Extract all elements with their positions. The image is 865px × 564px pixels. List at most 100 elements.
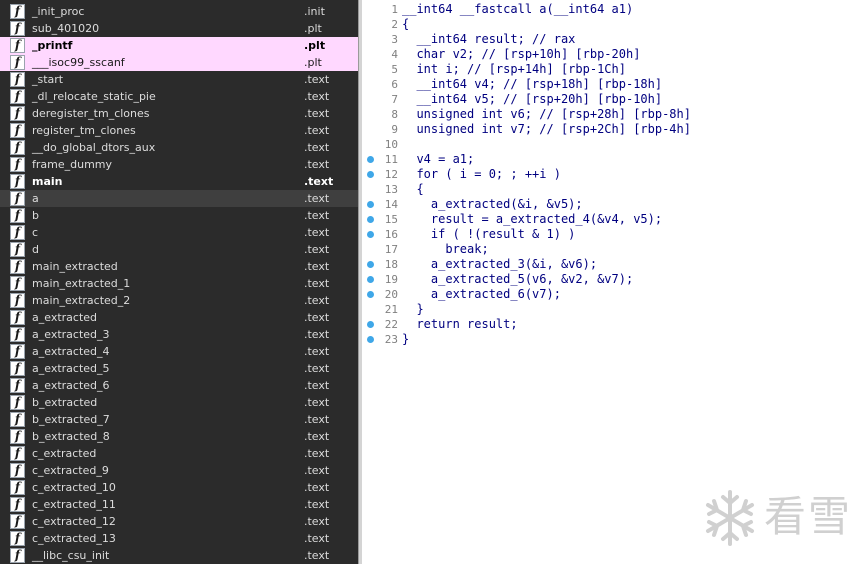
code-line[interactable]: 15 result = a_extracted_4(&v4, v5); bbox=[362, 212, 865, 227]
breakpoint-dot-icon[interactable] bbox=[367, 276, 374, 283]
function-segment: .text bbox=[304, 158, 330, 171]
code-line[interactable]: 10 bbox=[362, 137, 865, 152]
function-icon: f bbox=[10, 361, 25, 376]
function-row[interactable]: f c_extracted_13 .text bbox=[0, 530, 358, 547]
function-row[interactable]: f a_extracted_4 .text bbox=[0, 343, 358, 360]
function-row[interactable]: f __do_global_dtors_aux .text bbox=[0, 139, 358, 156]
function-icon: f bbox=[10, 242, 25, 257]
line-number: 3 bbox=[391, 33, 398, 46]
function-icon: f bbox=[10, 55, 25, 70]
code-line[interactable]: 7 __int64 v5; // [rsp+20h] [rbp-10h] bbox=[362, 92, 865, 107]
line-number: 5 bbox=[391, 63, 398, 76]
function-row[interactable]: f _printf .plt bbox=[0, 37, 358, 54]
function-segment: .text bbox=[304, 192, 330, 205]
code-line[interactable]: 16 if ( !(result & 1) ) bbox=[362, 227, 865, 242]
function-row[interactable]: f main_extracted_2 .text bbox=[0, 292, 358, 309]
code-line[interactable]: 18 a_extracted_3(&i, &v6); bbox=[362, 257, 865, 272]
code-line[interactable]: 22 return result; bbox=[362, 317, 865, 332]
function-row[interactable]: f c_extracted .text bbox=[0, 445, 358, 462]
function-icon: f bbox=[10, 514, 25, 529]
code-line[interactable]: 19 a_extracted_5(v6, &v2, &v7); bbox=[362, 272, 865, 287]
breakpoint-dot-icon[interactable] bbox=[367, 321, 374, 328]
breakpoint-dot-icon[interactable] bbox=[367, 156, 374, 163]
code-line[interactable]: 4 char v2; // [rsp+10h] [rbp-20h] bbox=[362, 47, 865, 62]
function-list-panel[interactable]: f _init_proc .init f sub_401020 .plt f _printf.… bbox=[0, 0, 358, 564]
code-line[interactable]: 20 a_extracted_6(v7); bbox=[362, 287, 865, 302]
function-row[interactable]: f a .text bbox=[0, 190, 358, 207]
code-text: } bbox=[402, 332, 410, 346]
function-row[interactable]: f register_tm_clones .text bbox=[0, 122, 358, 139]
breakpoint-dot-icon[interactable] bbox=[367, 231, 374, 238]
function-segment: .text bbox=[304, 277, 330, 290]
function-segment: .text bbox=[304, 107, 330, 120]
breakpoint-dot-icon[interactable] bbox=[367, 261, 374, 268]
code-text: unsigned int v6; // [rsp+28h] [rbp-8h] bbox=[402, 107, 691, 121]
line-number: 15 bbox=[384, 213, 398, 226]
function-row[interactable]: f b .text bbox=[0, 207, 358, 224]
code-line[interactable]: 9 unsigned int v7; // [rsp+2Ch] [rbp-4h] bbox=[362, 122, 865, 137]
function-row[interactable]: f d .text bbox=[0, 241, 358, 258]
function-row[interactable]: f main_extracted_1 .text bbox=[0, 275, 358, 292]
function-row[interactable]: f a_extracted_6 .text bbox=[0, 377, 358, 394]
function-name: _init_proc bbox=[32, 5, 85, 18]
function-row[interactable]: f main .text bbox=[0, 173, 358, 190]
code-text: { bbox=[402, 182, 424, 196]
code-line[interactable]: 1 __int64 __fastcall a(__int64 a1) bbox=[362, 2, 865, 17]
line-number: 18 bbox=[384, 258, 398, 271]
code-line[interactable]: 2{ bbox=[362, 17, 865, 32]
function-row[interactable]: f a_extracted_5 .text bbox=[0, 360, 358, 377]
line-number: 22 bbox=[384, 318, 398, 331]
breakpoint-dot-icon[interactable] bbox=[367, 336, 374, 343]
function-row[interactable]: f c_extracted_12 .text bbox=[0, 513, 358, 530]
function-row[interactable]: f _dl_relocate_static_pie .text bbox=[0, 88, 358, 105]
function-row[interactable]: f deregister_tm_clones .text bbox=[0, 105, 358, 122]
function-segment: .text bbox=[304, 124, 330, 137]
function-row[interactable]: f __libc_csu_init .text bbox=[0, 547, 358, 564]
code-line[interactable]: 14 a_extracted(&i, &v5); bbox=[362, 197, 865, 212]
function-row[interactable]: f a_extracted_3 .text bbox=[0, 326, 358, 343]
code-line[interactable]: 8 unsigned int v6; // [rsp+28h] [rbp-8h] bbox=[362, 107, 865, 122]
function-name: c_extracted bbox=[32, 447, 97, 460]
code-line[interactable]: 23} bbox=[362, 332, 865, 347]
code-line[interactable]: 21 } bbox=[362, 302, 865, 317]
breakpoint-dot-icon[interactable] bbox=[367, 216, 374, 223]
pseudocode-view[interactable]: 1 __int64 __fastcall a(__int64 a1) 2{3 __i… bbox=[362, 0, 865, 564]
function-row[interactable]: f b_extracted_8 .text bbox=[0, 428, 358, 445]
watermark-text: 看雪 bbox=[764, 492, 853, 541]
function-segment: .text bbox=[304, 226, 330, 239]
function-icon: f bbox=[10, 327, 25, 342]
function-row[interactable]: f sub_401020 .plt bbox=[0, 20, 358, 37]
function-row[interactable]: f b_extracted .text bbox=[0, 394, 358, 411]
function-name: ___isoc99_sscanf bbox=[32, 56, 125, 69]
code-text: for ( i = 0; ; ++i ) bbox=[402, 167, 561, 181]
line-number: 20 bbox=[384, 288, 398, 301]
code-line[interactable]: 6 __int64 v4; // [rsp+18h] [rbp-18h] bbox=[362, 77, 865, 92]
function-row[interactable]: f main_extracted .text bbox=[0, 258, 358, 275]
code-line[interactable]: 3 __int64 result; // rax bbox=[362, 32, 865, 47]
function-segment: .text bbox=[304, 311, 330, 324]
function-name: a_extracted bbox=[32, 311, 98, 324]
function-name: __libc_csu_init bbox=[32, 549, 110, 562]
code-line[interactable]: 5 int i; // [rsp+14h] [rbp-1Ch] bbox=[362, 62, 865, 77]
function-row[interactable]: f c .text bbox=[0, 224, 358, 241]
code-line[interactable]: 11 v4 = a1; bbox=[362, 152, 865, 167]
function-row[interactable]: f _init_proc .init bbox=[0, 3, 358, 20]
code-line[interactable]: 17 break; bbox=[362, 242, 865, 257]
code-line[interactable]: 12 for ( i = 0; ; ++i ) bbox=[362, 167, 865, 182]
function-name: c_extracted_9 bbox=[32, 464, 109, 477]
function-row[interactable]: f ___isoc99_sscanf .plt bbox=[0, 54, 358, 71]
code-line[interactable]: 13 { bbox=[362, 182, 865, 197]
breakpoint-dot-icon[interactable] bbox=[367, 171, 374, 178]
breakpoint-dot-icon[interactable] bbox=[367, 201, 374, 208]
function-row[interactable]: f c_extracted_10 .text bbox=[0, 479, 358, 496]
function-row[interactable]: f a_extracted .text bbox=[0, 309, 358, 326]
function-row[interactable]: f b_extracted_7 .text bbox=[0, 411, 358, 428]
function-row[interactable]: f c_extracted_11 .text bbox=[0, 496, 358, 513]
line-number: 17 bbox=[384, 243, 398, 256]
breakpoint-dot-icon[interactable] bbox=[367, 291, 374, 298]
function-row[interactable]: f c_extracted_9 .text bbox=[0, 462, 358, 479]
function-segment: .text bbox=[304, 464, 330, 477]
line-number: 1 bbox=[391, 3, 398, 16]
function-row[interactable]: f frame_dummy .text bbox=[0, 156, 358, 173]
function-row[interactable]: f _start .text bbox=[0, 71, 358, 88]
